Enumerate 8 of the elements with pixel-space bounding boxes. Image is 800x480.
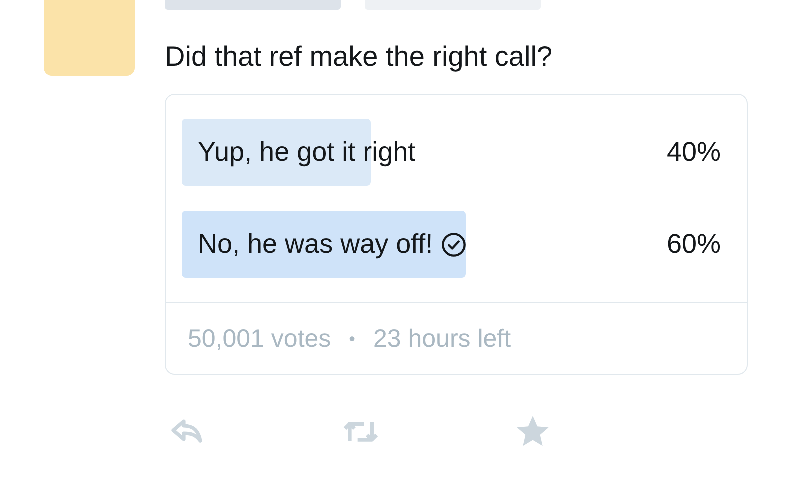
option-label: No, he was way off! xyxy=(197,229,434,260)
time-left: 23 hours left xyxy=(373,325,512,354)
separator: • xyxy=(349,329,356,350)
poll-question: Did that ref make the right call? xyxy=(165,40,554,74)
percentage: 60% xyxy=(666,229,721,260)
option-label: Yup, he got it right xyxy=(197,137,416,168)
vote-count: 50,001 votes xyxy=(188,325,332,354)
percentage: 40% xyxy=(666,137,721,168)
